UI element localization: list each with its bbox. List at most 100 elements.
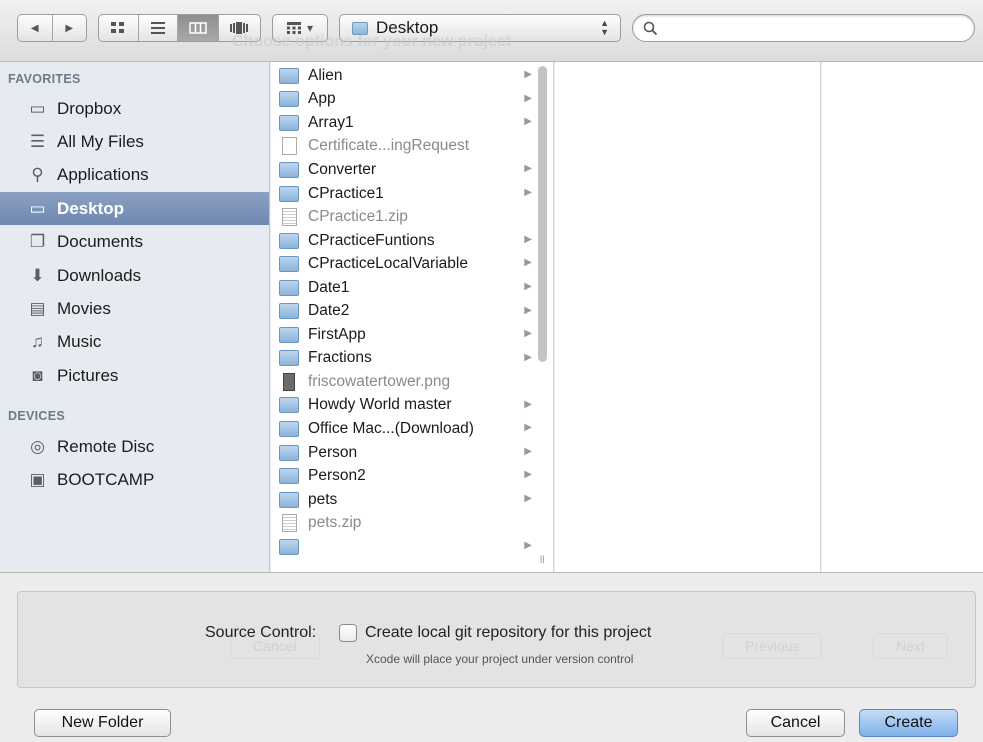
folder-icon [279,444,299,461]
file-row[interactable]: CPracticeLocalVariable ▶ [271,252,536,276]
column-view-button[interactable] [178,15,219,41]
column-resize-grip[interactable]: ll [540,555,544,566]
forward-icon: ▶ [65,22,74,34]
list-view-button[interactable] [139,15,179,41]
folder-icon [279,350,299,367]
sidebar-item-movies[interactable]: ▤ Movies [0,292,269,325]
file-name: Array1 [308,113,354,131]
ghost-next-button: Next [873,633,948,659]
sidebar-item-label: Desktop [57,198,125,218]
file-column-empty [555,62,821,572]
file-name: Date2 [308,302,350,320]
sidebar-item-bootcamp[interactable]: ▣ BOOTCAMP [0,463,269,496]
file-name: App [308,90,336,108]
file-row[interactable]: Array1 ▶ [271,111,536,135]
new-folder-button[interactable]: New Folder [34,709,171,737]
file-column-desktop: Alien ▶ App ▶ Array1 ▶ Certificate...ingReques… [271,62,554,572]
sidebar: FAVORITES ▭ Dropbox ☰ All My Files ⚲ Applicat… [0,62,270,572]
git-repository-checkbox[interactable] [339,624,357,642]
sidebar-item-label: Dropbox [57,98,122,118]
sidebar-item-label: Pictures [57,365,119,385]
file-name: Certificate...ingRequest [308,137,470,155]
search-input[interactable] [663,18,963,38]
disclosure-arrow-icon: ▶ [524,92,532,104]
file-name: pets.zip [308,514,362,532]
file-name: Alien [308,66,343,84]
sidebar-item-desktop[interactable]: ▭ Desktop [0,192,269,226]
file-row[interactable]: Certificate...ingRequest [271,135,536,159]
sidebar-item-remote-disc[interactable]: ◎ Remote Disc [0,430,269,463]
folder-icon [279,468,299,485]
folder-icon [279,67,299,84]
source-control-label: Source Control: [205,624,317,641]
file-name: Converter [308,160,377,178]
disclosure-arrow-icon: ▶ [524,445,532,457]
sidebar-item-music[interactable]: ♫ Music [0,326,269,359]
disclosure-arrow-icon: ▶ [524,469,532,481]
cancel-button[interactable]: Cancel [746,709,845,737]
icon-view-button[interactable] [99,15,139,41]
zip-file-icon [282,514,297,533]
applications-icon: ⚲ [31,165,44,185]
file-row[interactable]: Alien ▶ [271,64,536,88]
folder-icon [279,491,299,508]
file-row[interactable]: pets ▶ [271,488,536,512]
file-row[interactable]: pets.zip [271,511,536,535]
folder-icon [279,232,299,249]
file-row[interactable]: Date2 ▶ [271,300,536,324]
file-row[interactable]: CPractice1 ▶ [271,182,536,206]
file-row[interactable]: Person ▶ [271,441,536,465]
search-field[interactable] [632,14,975,42]
popup-stepper-icon: ▲ ▼ [600,18,609,37]
ghost-previous-button: Previous [722,633,823,659]
create-button[interactable]: Create [859,709,958,737]
file-name: CPracticeFuntions [308,231,435,249]
file-row[interactable]: Person2 ▶ [271,464,536,488]
forward-button[interactable]: ▶ [53,15,87,41]
documents-icon: ❐ [29,232,46,252]
sidebar-item-dropbox[interactable]: ▭ Dropbox [0,92,269,125]
back-button[interactable]: ◀ [18,15,53,41]
sidebar-item-pictures[interactable]: ◙ Pictures [0,359,269,392]
remote-disc-icon: ◎ [30,436,45,456]
file-row[interactable]: ▶ [271,535,536,559]
downloads-icon: ⬇ [30,265,45,285]
sidebar-item-downloads[interactable]: ⬇ Downloads [0,259,269,292]
file-row[interactable]: friscowatertower.png [271,370,536,394]
disclosure-arrow-icon: ▶ [524,398,532,410]
all-files-icon: ☰ [29,131,46,151]
source-control-note: Xcode will place your project under vers… [366,652,634,666]
pictures-icon: ◙ [32,365,43,385]
zip-file-icon [282,208,297,227]
file-row[interactable]: Howdy World master ▶ [271,394,536,418]
file-row[interactable]: CPractice1.zip [271,205,536,229]
music-icon: ♫ [31,332,44,352]
favorites-header: FAVORITES [8,72,81,86]
file-row[interactable]: FirstApp ▶ [271,323,536,347]
folder-icon [279,397,299,414]
search-icon [643,21,658,36]
folder-icon [279,91,299,108]
file-row[interactable]: App ▶ [271,88,536,112]
folder-icon [279,185,299,202]
sidebar-item-all-my-files[interactable]: ☰ All My Files [0,125,269,158]
file-row[interactable]: Office Mac...(Download) ▶ [271,417,536,441]
column-scrollbar[interactable] [538,66,547,362]
folder-icon [279,114,299,131]
sidebar-item-applications[interactable]: ⚲ Applications [0,159,269,192]
file-row[interactable]: CPracticeFuntions ▶ [271,229,536,253]
file-row[interactable]: Fractions ▶ [271,347,536,371]
sidebar-item-label: Music [57,332,102,352]
desktop-icon: ▭ [29,198,46,218]
file-name: Person2 [308,467,366,485]
sidebar-item-documents[interactable]: ❐ Documents [0,226,269,259]
folder-icon [279,538,299,555]
git-repository-checkbox-label[interactable]: Create local git repository for this pro… [365,624,651,642]
file-name: Howdy World master [308,396,452,414]
file-row[interactable]: Converter ▶ [271,158,536,182]
file-row[interactable]: Date1 ▶ [271,276,536,300]
disclosure-arrow-icon: ▶ [524,540,532,551]
folder-icon [279,279,299,296]
sidebar-item-label: Movies [57,298,111,318]
file-name: CPracticeLocalVariable [308,255,468,273]
